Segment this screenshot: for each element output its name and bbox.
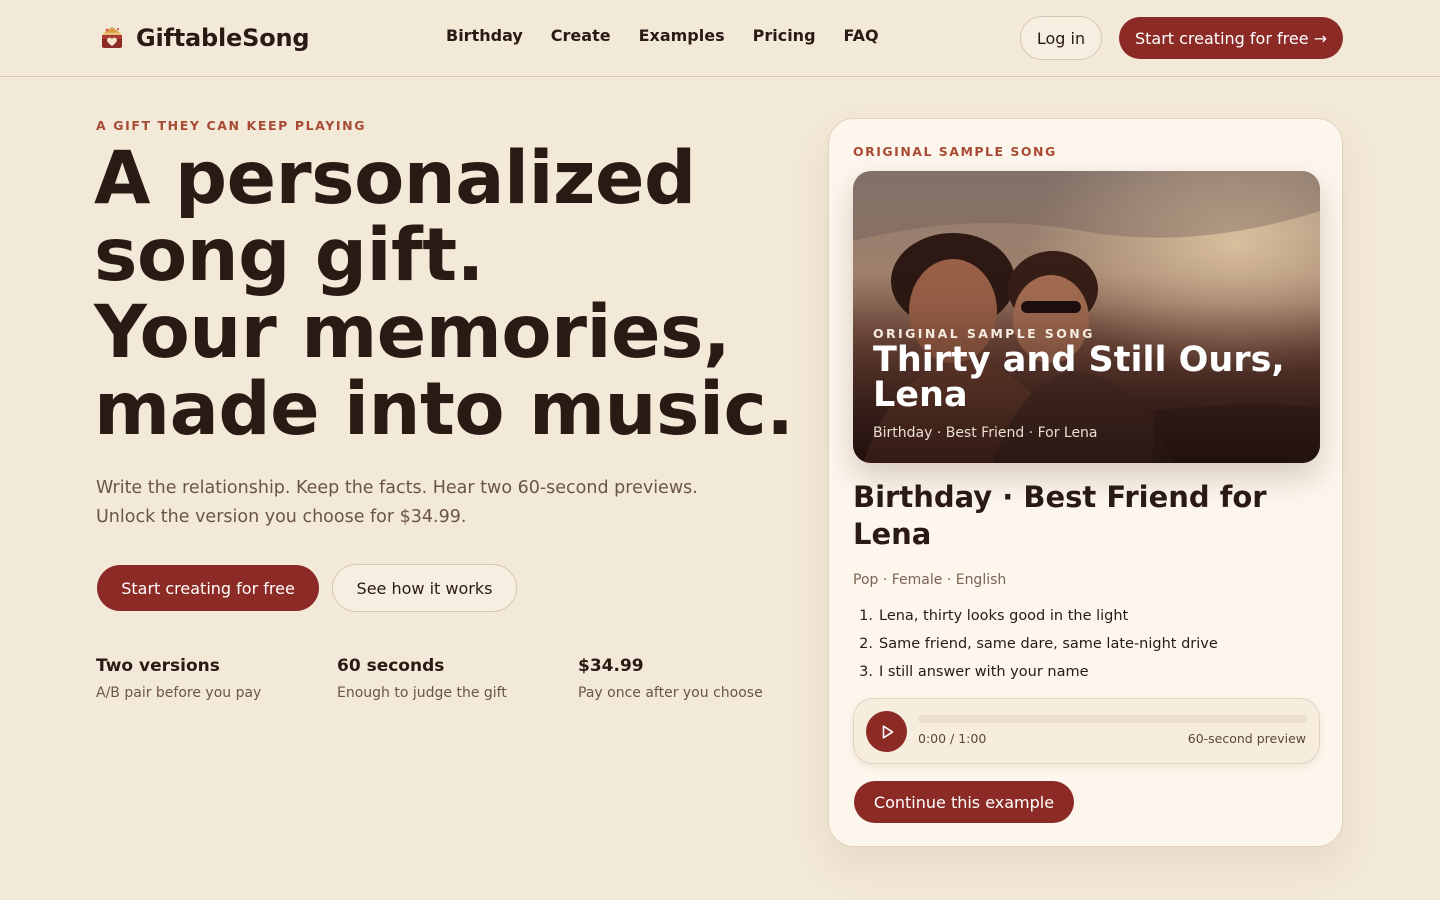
cover-subtitle: Birthday · Best Friend · For Lena xyxy=(873,425,1098,441)
play-button[interactable] xyxy=(866,711,907,752)
sample-song-card: ORIGINAL SAMPLE SONG ORIGINAL SAMPLE SON… xyxy=(828,118,1343,847)
brand-name: GiftableSong xyxy=(136,24,310,52)
nav-link-birthday[interactable]: Birthday xyxy=(446,26,523,45)
progress-bar[interactable] xyxy=(918,715,1307,723)
start-creating-button[interactable]: Start creating for free xyxy=(97,565,319,611)
stat-description: Pay once after you choose xyxy=(578,685,763,701)
brand[interactable]: GiftableSong xyxy=(98,22,310,54)
stat-description: Enough to judge the gift xyxy=(337,685,507,701)
lyrics-list: 1. Lena, thirty looks good in the light 2… xyxy=(853,605,1218,689)
preview-label: 60-second preview xyxy=(1187,731,1306,746)
stat-price: $34.99 Pay once after you choose xyxy=(578,656,763,701)
hero-headline: A personalized song gift. Your memories,… xyxy=(94,140,794,448)
subcopy-line: Write the relationship. Keep the facts. … xyxy=(96,478,698,498)
stat-versions: Two versions A/B pair before you pay xyxy=(96,656,261,701)
nav-link-faq[interactable]: FAQ xyxy=(844,26,879,45)
song-meta: Pop · Female · English xyxy=(853,572,1007,588)
player-time: 0:00 / 1:00 xyxy=(918,731,987,746)
cover-title: Thirty and Still Ours, Lena xyxy=(873,340,1285,415)
lyric-line: 3. I still answer with your name xyxy=(859,664,1089,680)
cover-photo xyxy=(853,171,1320,463)
song-title: Birthday · Best Friend for Lena xyxy=(853,480,1267,551)
card-eyebrow: ORIGINAL SAMPLE SONG xyxy=(853,144,1057,159)
continue-example-button[interactable]: Continue this example xyxy=(854,781,1074,823)
nav-link-create[interactable]: Create xyxy=(551,26,611,45)
nav-link-examples[interactable]: Examples xyxy=(639,26,725,45)
headline-line: made into music. xyxy=(94,367,794,452)
stat-title: $34.99 xyxy=(578,656,644,676)
play-icon xyxy=(882,724,893,739)
lyric-line: 1. Lena, thirty looks good in the light xyxy=(859,608,1129,624)
stat-title: 60 seconds xyxy=(337,656,445,676)
headline-line: song gift. xyxy=(94,213,484,298)
subcopy-line: Unlock the version you choose for $34.99… xyxy=(96,507,467,527)
site-header: GiftableSong Birthday Create Examples Pr… xyxy=(0,0,1440,77)
gift-heart-icon xyxy=(102,27,122,48)
stat-duration: 60 seconds Enough to judge the gift xyxy=(337,656,507,701)
hero-eyebrow: A GIFT THEY CAN KEEP PLAYING xyxy=(96,118,367,133)
login-button[interactable]: Log in xyxy=(1020,16,1102,60)
headline-line: Your memories, xyxy=(94,290,731,375)
see-how-it-works-button[interactable]: See how it works xyxy=(332,564,517,612)
cover-eyebrow: ORIGINAL SAMPLE SONG xyxy=(873,326,1095,341)
nav-link-pricing[interactable]: Pricing xyxy=(753,26,816,45)
song-cover: ORIGINAL SAMPLE SONG Thirty and Still Ou… xyxy=(853,171,1320,463)
header-start-creating-button[interactable]: Start creating for free → xyxy=(1119,17,1343,59)
main-nav: Birthday Create Examples Pricing FAQ xyxy=(446,26,879,45)
audio-player: 0:00 / 1:00 60-second preview xyxy=(853,698,1320,764)
hero-subcopy: Write the relationship. Keep the facts. … xyxy=(96,474,776,532)
stat-description: A/B pair before you pay xyxy=(96,685,262,701)
headline-line: A personalized xyxy=(94,136,696,221)
stat-title: Two versions xyxy=(96,656,220,676)
lyric-line: 2. Same friend, same dare, same late-nigh… xyxy=(859,636,1218,652)
